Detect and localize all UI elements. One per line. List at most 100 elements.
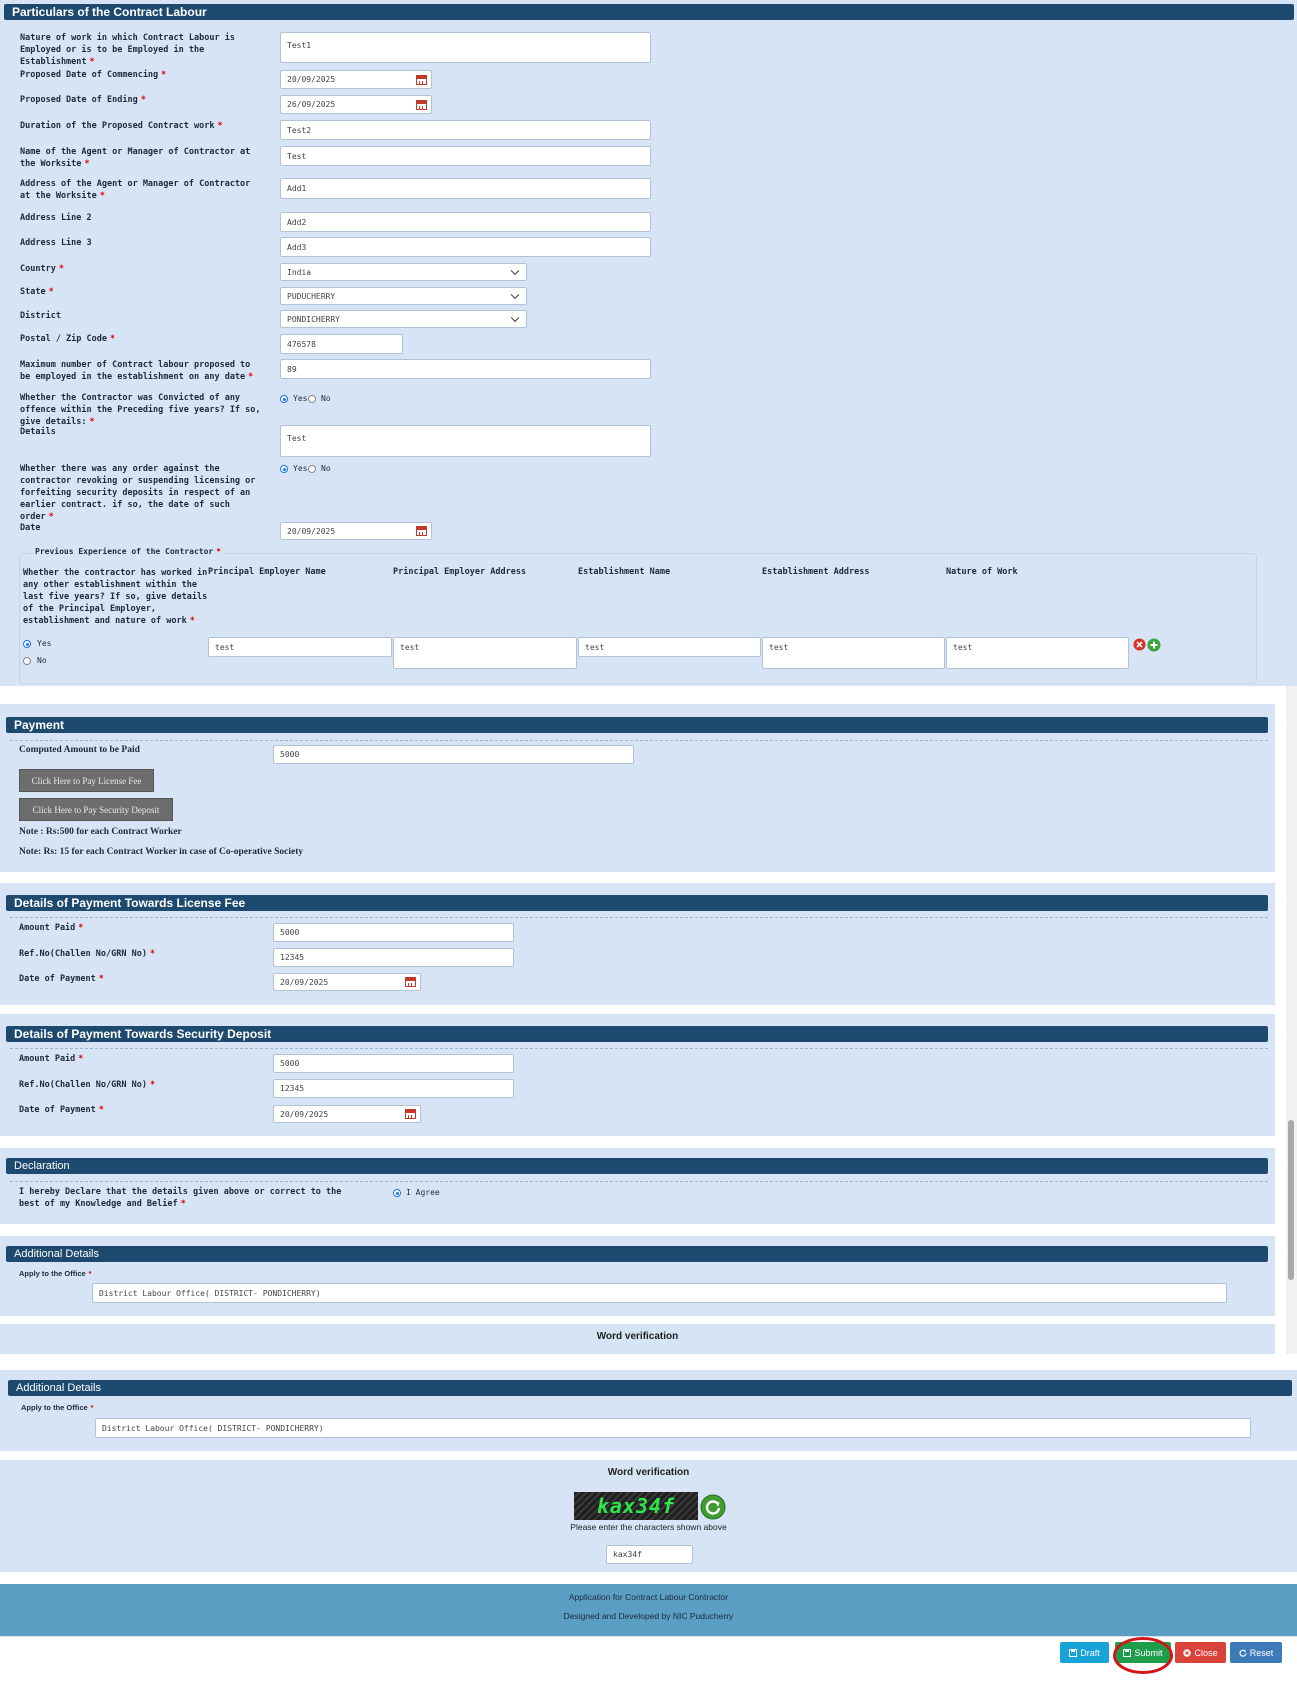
scrollbar-thumb[interactable] [1288,1120,1294,1280]
office-label-2: Apply to the Office * [21,1403,94,1412]
order-label: Whether there was any order against the … [20,464,256,522]
close-icon [1183,1648,1192,1657]
divider [10,1048,1268,1049]
word-verification-partial-title: Word verification [596,1331,679,1342]
pay-security-deposit-button[interactable]: Click Here to Pay Security Deposit [19,798,173,821]
details-textarea[interactable]: Test [280,425,651,457]
ending-label: Proposed Date of Ending * [20,95,146,105]
footer-line-1: Application for Contract Labour Contract… [568,1592,729,1602]
experience-question: Whether the contractor has worked in any… [23,568,208,626]
license-date-label: Date of Payment * [19,974,104,984]
column-principal-employer-name: Principal Employer Name [208,567,326,577]
duration-label: Duration of the Proposed Contract work * [20,121,223,131]
duration-input[interactable]: Test2 [280,120,651,140]
add-row-icon[interactable] [1147,638,1161,652]
calendar-icon[interactable] [405,977,416,987]
declaration-text: I hereby Declare that the details given … [19,1187,342,1209]
agent-address-label: Address of the Agent or Manager of Contr… [20,179,251,201]
experience-no-radio[interactable] [23,657,31,665]
max-labour-input[interactable]: 89 [280,359,651,379]
agent-name-label: Name of the Agent or Manager of Contract… [20,147,251,169]
draft-button[interactable]: Draft [1060,1642,1109,1663]
license-amount-input[interactable]: 5000 [273,923,514,942]
employer-address-textarea[interactable]: test [393,637,577,669]
word-verification-title: Word verification [607,1467,690,1478]
convicted-no-text: No [321,394,331,403]
divider [10,1181,1268,1182]
ending-date-input[interactable]: 26/09/2025 [280,95,432,114]
address3-input[interactable]: Add3 [280,237,651,257]
order-date-input[interactable]: 20/09/2025 [280,522,432,540]
state-select[interactable]: PUDUCHERRY [280,287,527,305]
license-fee-header: Details of Payment Towards License Fee [6,895,1268,911]
security-amount-label: Amount Paid * [19,1054,84,1064]
establishment-address-textarea[interactable]: test [762,637,945,669]
security-date-input[interactable]: 20/09/2025 [273,1105,421,1123]
state-label: State * [20,287,54,297]
particulars-header: Particulars of the Contract Labour [4,4,1294,20]
refresh-icon [1239,1649,1247,1657]
column-principal-employer-address: Principal Employer Address [393,567,527,577]
order-no-text: No [321,464,331,473]
additional-details-header: Additional Details [6,1246,1268,1262]
office-input-2[interactable]: District Labour Office( DISTRICT- PONDIC… [95,1418,1251,1438]
license-ref-label: Ref.No(Challen No/GRN No) * [19,949,156,959]
convicted-yes-radio[interactable] [280,395,288,403]
license-date-input[interactable]: 20/09/2025 [273,973,421,991]
save-icon [1069,1648,1078,1657]
district-label: District [20,311,61,321]
employer-name-input[interactable]: test [208,637,392,657]
order-no-radio[interactable] [308,465,316,473]
security-deposit-header: Details of Payment Towards Security Depo… [6,1026,1268,1042]
agree-radio[interactable] [393,1189,401,1197]
security-amount-input[interactable]: 5000 [273,1054,514,1073]
declaration-header: Declaration [6,1158,1268,1174]
order-yes-radio[interactable] [280,465,288,473]
captcha-hint: Please enter the characters shown above [570,1522,727,1532]
footer-line-2: Designed and Developed by NIC Puducherry [563,1611,734,1621]
nature-textarea[interactable]: Test1 [280,32,651,63]
column-nature-of-work: Nature of Work [946,567,1018,577]
country-select[interactable]: India [280,263,527,281]
computed-amount-input[interactable]: 5000 [273,745,634,764]
refresh-captcha-icon[interactable] [700,1494,726,1520]
office-label: Apply to the Office * [19,1269,92,1278]
calendar-icon[interactable] [416,74,427,85]
agent-address-input[interactable]: Add1 [280,178,651,199]
column-establishment-name: Establishment Name [578,567,671,577]
convicted-yes-text: Yes [293,394,308,403]
address2-input[interactable]: Add2 [280,212,651,232]
calendar-icon[interactable] [416,99,427,110]
district-select[interactable]: PONDICHERRY [280,310,527,328]
country-label: Country * [20,264,64,274]
calendar-icon[interactable] [416,526,427,536]
divider [10,917,1268,918]
experience-yes-radio[interactable] [23,640,31,648]
captcha-input[interactable]: kax34f [606,1545,693,1564]
calendar-icon[interactable] [405,1109,416,1119]
pay-license-fee-button[interactable]: Click Here to Pay License Fee [19,769,154,792]
convicted-label: Whether the Contractor was Convicted of … [20,393,261,427]
reset-button[interactable]: Reset [1230,1642,1282,1663]
nature-of-work-textarea[interactable]: test [946,637,1129,669]
note-license-fee: Note : Rs:500 for each Contract Worker [19,827,182,837]
submit-highlight-ring [1113,1637,1173,1674]
agree-text: I Agree [406,1188,440,1197]
order-yes-text: Yes [293,464,308,473]
commence-date-input[interactable]: 20/09/2025 [280,70,432,89]
postal-input[interactable]: 476578 [280,334,403,354]
max-labour-label: Maximum number of Contract labour propos… [20,360,254,382]
security-ref-input[interactable]: 12345 [273,1079,514,1098]
close-button[interactable]: Close [1175,1642,1226,1663]
remove-row-icon[interactable] [1133,638,1146,651]
establishment-name-input[interactable]: test [578,637,761,657]
column-establishment-address: Establishment Address [762,567,870,577]
license-ref-input[interactable]: 12345 [273,948,514,967]
divider [10,740,1268,741]
convicted-no-radio[interactable] [308,395,316,403]
security-ref-label: Ref.No(Challen No/GRN No) * [19,1080,156,1090]
details-label: Details [20,427,56,437]
agent-name-input[interactable]: Test [280,146,651,166]
computed-amount-label: Computed Amount to be Paid [19,745,140,755]
office-input[interactable]: District Labour Office( DISTRICT- PONDIC… [92,1283,1227,1303]
